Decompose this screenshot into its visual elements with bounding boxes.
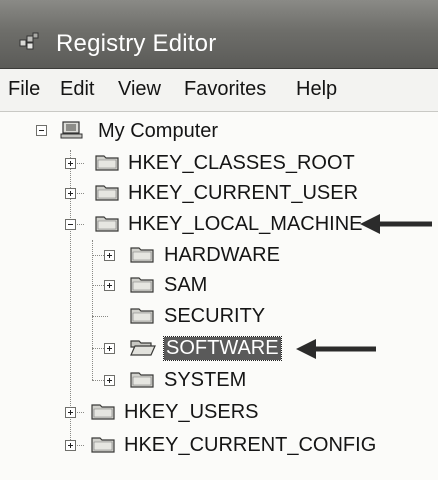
menu-bar: File Edit View Favorites Help <box>0 69 438 112</box>
tree-node-hkey-local-machine[interactable]: HKEY_LOCAL_MACHINE <box>126 213 365 236</box>
tree-connector <box>92 240 93 380</box>
expand-toggle[interactable] <box>65 440 76 451</box>
title-bar[interactable]: Registry Editor <box>0 0 438 69</box>
folder-icon <box>95 213 119 233</box>
expand-toggle[interactable] <box>65 158 76 169</box>
expand-toggle[interactable] <box>104 250 115 261</box>
registry-editor-icon <box>18 32 40 52</box>
folder-icon <box>95 182 119 202</box>
folder-icon <box>91 401 115 421</box>
window-title: Registry Editor <box>56 30 217 57</box>
expand-toggle[interactable] <box>104 375 115 386</box>
folder-icon <box>130 305 154 325</box>
menu-view[interactable]: View <box>118 78 161 101</box>
left-arrow-icon <box>360 214 432 234</box>
tree-node-hkey-current-user[interactable]: HKEY_CURRENT_USER <box>126 182 360 205</box>
folder-icon <box>130 369 154 389</box>
computer-icon <box>60 120 84 140</box>
folder-icon <box>130 244 154 264</box>
open-folder-icon <box>130 337 156 357</box>
folder-icon <box>91 434 115 454</box>
tree-node-software[interactable]: SOFTWARE <box>163 336 282 361</box>
folder-icon <box>95 152 119 172</box>
expand-toggle[interactable] <box>104 280 115 291</box>
folder-icon <box>130 274 154 294</box>
left-arrow-icon <box>296 339 376 359</box>
menu-edit[interactable]: Edit <box>60 78 94 101</box>
tree-connector <box>92 316 108 317</box>
menu-favorites[interactable]: Favorites <box>184 78 266 101</box>
registry-tree[interactable]: My Computer HKEY_CLASSES_ROOT HKEY_CURRE… <box>0 112 438 480</box>
menu-help[interactable]: Help <box>296 78 337 101</box>
expand-toggle[interactable] <box>104 343 115 354</box>
tree-node-hkey-current-config[interactable]: HKEY_CURRENT_CONFIG <box>122 434 378 457</box>
tree-node-security[interactable]: SECURITY <box>162 305 267 328</box>
tree-node-sam[interactable]: SAM <box>162 274 209 297</box>
tree-node-system[interactable]: SYSTEM <box>162 369 248 392</box>
tree-node-my-computer[interactable]: My Computer <box>96 120 220 143</box>
collapse-toggle[interactable] <box>65 219 76 230</box>
expand-toggle[interactable] <box>65 407 76 418</box>
tree-node-hkey-classes-root[interactable]: HKEY_CLASSES_ROOT <box>126 152 357 175</box>
tree-node-hkey-users[interactable]: HKEY_USERS <box>122 401 261 424</box>
expand-toggle[interactable] <box>65 188 76 199</box>
registry-editor-window: Registry Editor File Edit View Favorites… <box>0 0 438 480</box>
menu-file[interactable]: File <box>8 78 40 101</box>
collapse-toggle[interactable] <box>36 125 47 136</box>
tree-node-hardware[interactable]: HARDWARE <box>162 244 282 267</box>
